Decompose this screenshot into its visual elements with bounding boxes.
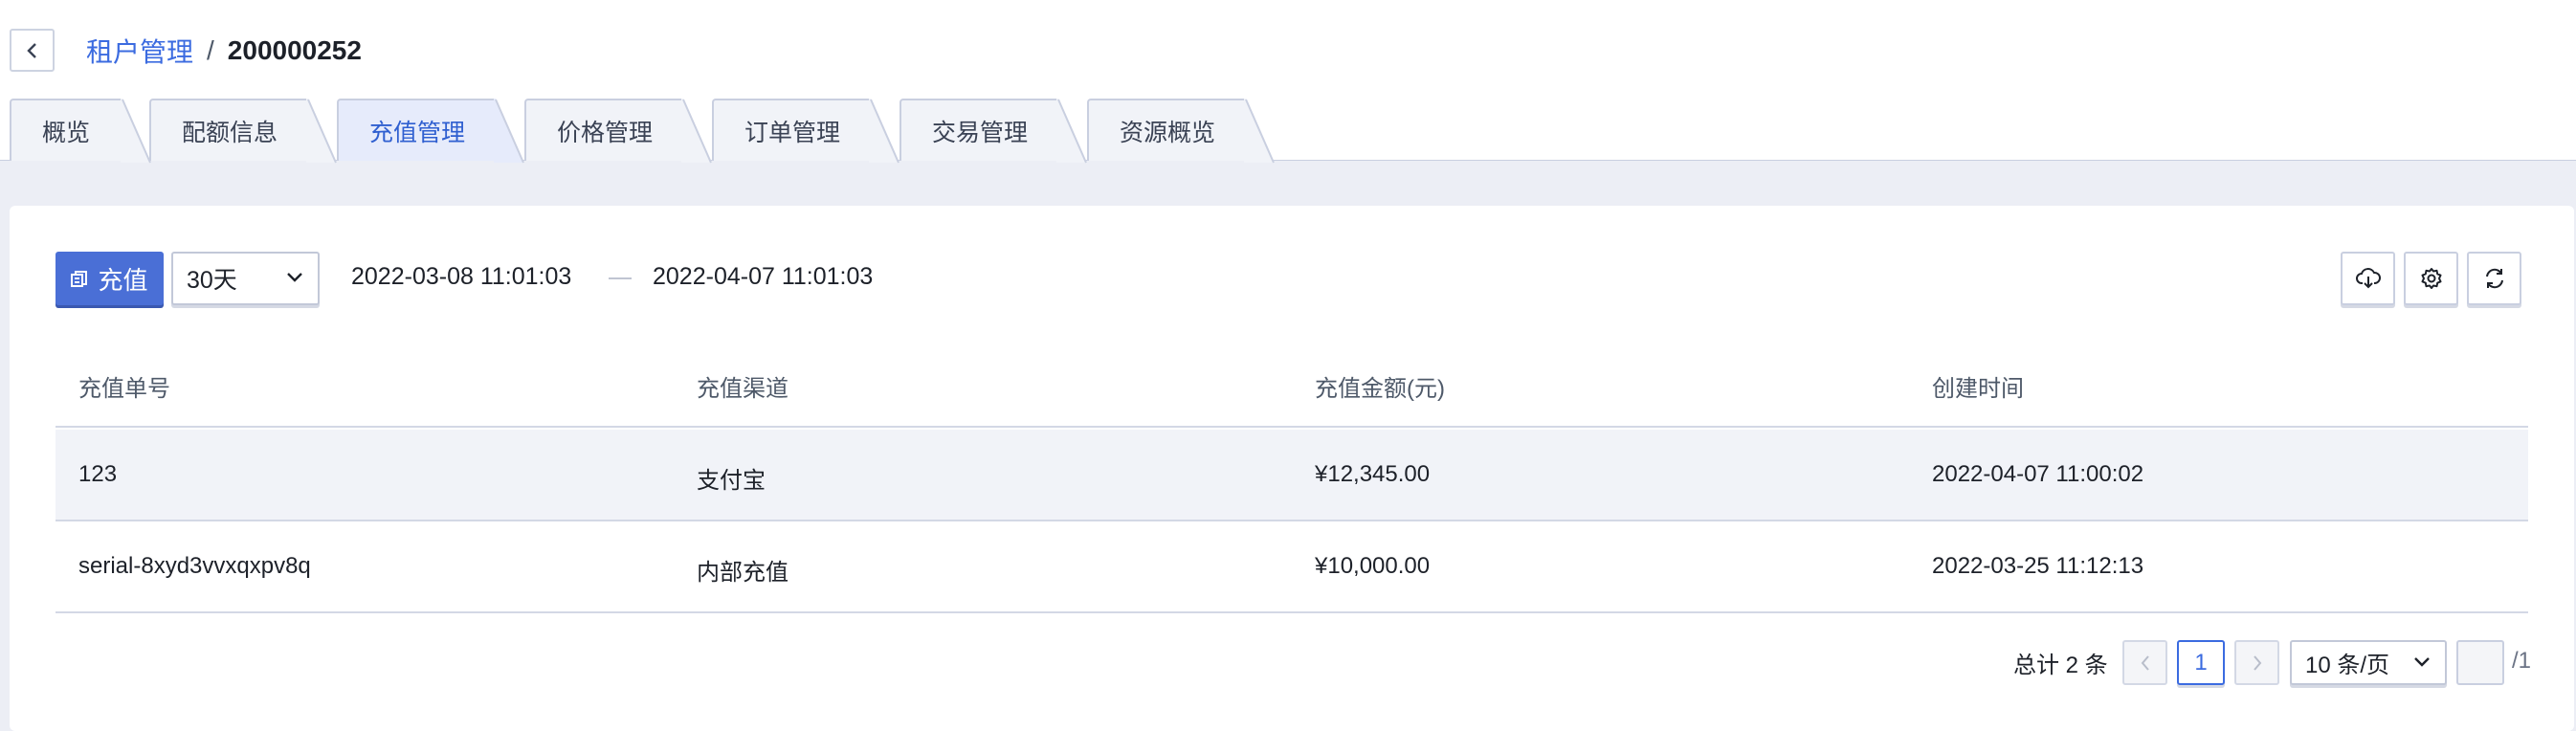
- date-range-separator: [609, 277, 632, 279]
- chevron-left-icon: [26, 42, 36, 58]
- column-header: 充值渠道: [697, 376, 788, 402]
- tab-corner: [306, 99, 337, 164]
- table-header: 充值单号 充值渠道 充值金额(元) 创建时间: [56, 340, 2528, 428]
- table-row[interactable]: serial-8xyd3vvxqxpv8q 内部充值 ¥10,000.00 20…: [56, 521, 2528, 613]
- tab-quota[interactable]: 配额信息: [149, 99, 337, 164]
- tab-pricing[interactable]: 价格管理: [524, 99, 712, 164]
- pagination-total: 总计 2 条: [2013, 653, 2108, 678]
- column-header: 充值单号: [78, 376, 170, 402]
- recharge-button-label: 充值: [98, 265, 148, 295]
- breadcrumb: 租户管理 / 200000252: [86, 29, 362, 72]
- breadcrumb-current: 200000252: [227, 34, 362, 65]
- prev-page-button[interactable]: [2122, 640, 2167, 685]
- refresh-button[interactable]: [2467, 252, 2521, 305]
- column-header: 创建时间: [1932, 376, 2024, 402]
- tab-corner: [869, 99, 899, 164]
- tab-corner: [494, 99, 524, 164]
- chevron-down-icon: [287, 273, 302, 282]
- date-range-start[interactable]: 2022-03-08 11:01:03: [351, 263, 571, 291]
- tab-label: 订单管理: [744, 119, 841, 146]
- cell-created-time: 2022-03-25 11:12:13: [1932, 553, 2144, 579]
- cell-channel: 内部充值: [697, 560, 788, 586]
- tab-overview[interactable]: 概览: [10, 99, 151, 164]
- tab-label: 概览: [42, 119, 91, 146]
- tab-label: 交易管理: [932, 119, 1029, 146]
- table-row[interactable]: 123 支付宝 ¥12,345.00 2022-04-07 11:00:02: [56, 430, 2528, 521]
- total-pages: /1: [2512, 648, 2532, 674]
- top-header: 租户管理 / 200000252 概览 配额信息 充值管理 价格管理 订单管理 …: [0, 0, 2576, 164]
- tab-label: 充值管理: [369, 119, 466, 146]
- cell-order-id: serial-8xyd3vvxqxpv8q: [78, 553, 311, 579]
- cell-channel: 支付宝: [697, 468, 766, 494]
- tab-corner: [681, 99, 712, 164]
- tab-orders[interactable]: 订单管理: [712, 99, 899, 164]
- tab-corner: [1244, 99, 1275, 164]
- cell-order-id: 123: [78, 461, 118, 487]
- tab-label: 配额信息: [182, 119, 278, 146]
- breadcrumb-parent-link[interactable]: 租户管理: [86, 32, 193, 70]
- refresh-icon: [2485, 268, 2503, 289]
- tab-label: 价格管理: [557, 119, 654, 146]
- cell-amount: ¥10,000.00: [1315, 553, 1431, 579]
- page-number-button[interactable]: 1: [2177, 640, 2225, 685]
- page-size-value: 10 条/页: [2305, 653, 2390, 678]
- goto-page-input[interactable]: [2456, 640, 2504, 685]
- breadcrumb-separator: /: [207, 34, 214, 65]
- recharge-panel: 充值 30天 2022-03-08 11:01:03 2022-04-07 11…: [10, 206, 2574, 731]
- time-range-value: 30天: [187, 267, 237, 294]
- date-range-end[interactable]: 2022-04-07 11:01:03: [653, 263, 873, 291]
- tab-resources[interactable]: 资源概览: [1087, 99, 1275, 164]
- tab-transactions[interactable]: 交易管理: [899, 99, 1087, 164]
- tab-label: 资源概览: [1120, 119, 1216, 146]
- cell-created-time: 2022-04-07 11:00:02: [1932, 461, 2144, 487]
- column-header: 充值金额(元): [1315, 376, 1445, 402]
- tab-corner: [121, 99, 151, 164]
- cloud-download-icon: [2355, 268, 2381, 289]
- chevron-left-icon: [2141, 654, 2149, 671]
- gear-icon: [2421, 268, 2441, 289]
- download-button[interactable]: [2341, 252, 2395, 305]
- page-size-select[interactable]: 10 条/页: [2290, 640, 2447, 685]
- tab-corner: [1056, 99, 1087, 164]
- time-range-select[interactable]: 30天: [171, 252, 320, 305]
- recharge-icon: [71, 270, 88, 287]
- chevron-right-icon: [2253, 654, 2261, 671]
- chevron-down-icon: [2414, 657, 2430, 667]
- back-button[interactable]: [10, 29, 55, 72]
- settings-button[interactable]: [2404, 252, 2458, 305]
- cell-amount: ¥12,345.00: [1315, 461, 1431, 487]
- next-page-button[interactable]: [2234, 640, 2279, 685]
- tab-recharge[interactable]: 充值管理: [337, 99, 524, 164]
- recharge-button[interactable]: 充值: [56, 252, 164, 305]
